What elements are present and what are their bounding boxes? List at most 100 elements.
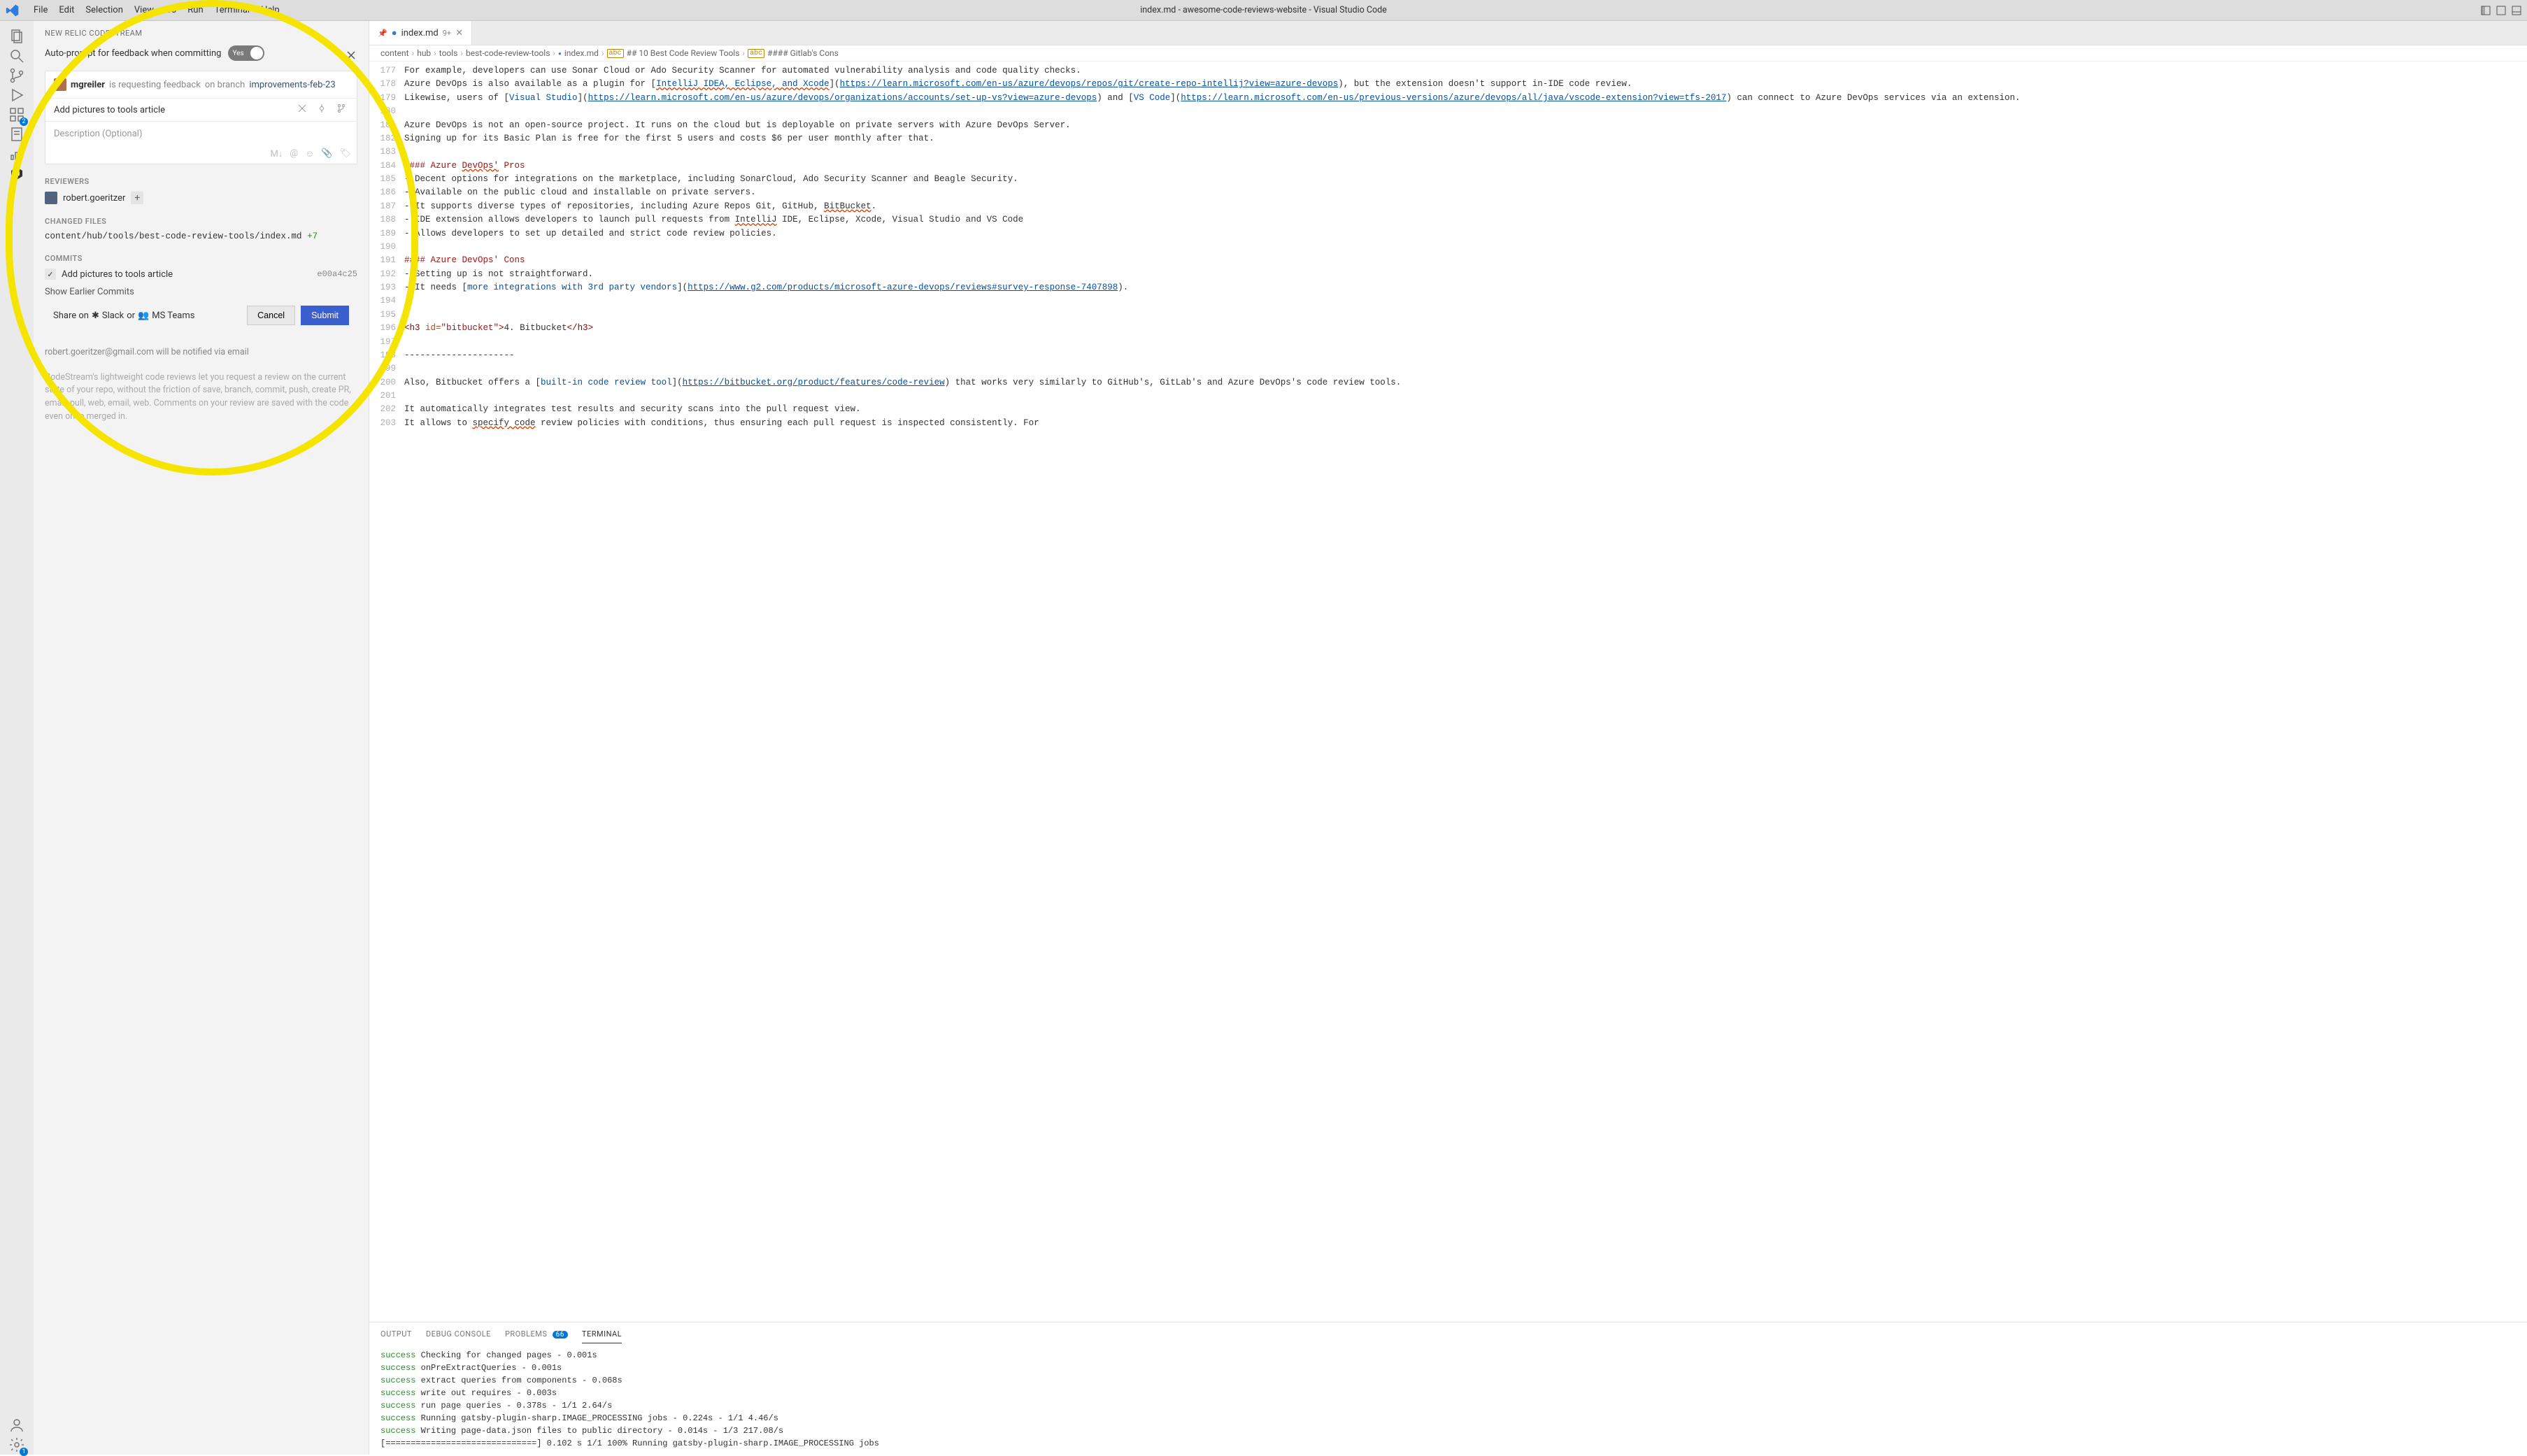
- help-text: CodeStream's lightweight code reviews le…: [45, 371, 357, 424]
- extensions-icon[interactable]: 2: [7, 105, 27, 124]
- code-line[interactable]: [404, 105, 2516, 118]
- breadcrumb-item[interactable]: tools: [439, 48, 458, 58]
- code-line[interactable]: - Setting up is not straightforward.: [404, 268, 2516, 281]
- feedback-request-card: mgreiler is requesting feedback on branc…: [45, 71, 357, 164]
- clear-title-icon[interactable]: [295, 104, 309, 115]
- menu-terminal[interactable]: Terminal: [209, 5, 255, 15]
- code-line[interactable]: - Allows developers to set up detailed a…: [404, 227, 2516, 241]
- notes-icon[interactable]: [7, 124, 27, 144]
- code-line[interactable]: Also, Bitbucket offers a [built-in code …: [404, 376, 2516, 390]
- code-editor[interactable]: 1771781791801811821831841851861871881891…: [369, 62, 2527, 1322]
- code-line[interactable]: [404, 336, 2516, 349]
- close-panel-icon[interactable]: [346, 50, 356, 63]
- code-line[interactable]: Signing up for its Basic Plan is free fo…: [404, 132, 2516, 145]
- tag-icon[interactable]: 🏷: [339, 148, 351, 159]
- share-teams-link[interactable]: MS Teams: [152, 311, 194, 321]
- breadcrumb-item[interactable]: hub: [417, 48, 431, 58]
- code-line[interactable]: [404, 241, 2516, 254]
- code-line[interactable]: [404, 145, 2516, 159]
- review-title-input[interactable]: Add pictures to tools article: [54, 105, 290, 115]
- menubar: FileEditSelectionViewGoRunTerminalHelp i…: [0, 0, 2527, 21]
- code-line[interactable]: - Decent options for integrations on the…: [404, 173, 2516, 186]
- source-control-icon[interactable]: [7, 66, 27, 85]
- code-line[interactable]: Azure DevOps is also available as a plug…: [404, 78, 2516, 91]
- problems-badge: 66: [553, 1331, 568, 1339]
- request-header: mgreiler is requesting feedback on branc…: [45, 71, 357, 99]
- panel-tab-output[interactable]: OUTPUT: [380, 1327, 412, 1343]
- settings-icon[interactable]: 1: [7, 1435, 27, 1455]
- commit-checkbox[interactable]: ✓: [45, 269, 56, 280]
- panel-toggle-icon[interactable]: [2512, 6, 2521, 15]
- menu-run[interactable]: Run: [182, 5, 208, 15]
- markdown-icon[interactable]: M↓: [270, 148, 283, 159]
- maximize-icon[interactable]: [2496, 6, 2506, 15]
- auto-prompt-row: Auto-prompt for feedback when committing…: [45, 45, 357, 61]
- submit-button[interactable]: Submit: [301, 306, 349, 325]
- code-line[interactable]: #### Azure DevOps' Pros: [404, 159, 2516, 173]
- menu-file[interactable]: File: [28, 5, 53, 15]
- panel-tab-problems[interactable]: PROBLEMS 66: [505, 1327, 568, 1343]
- author-avatar: [54, 78, 66, 91]
- share-slack-link[interactable]: Slack: [102, 311, 124, 321]
- accounts-icon[interactable]: [7, 1415, 27, 1435]
- terminal-output[interactable]: success Checking for changed pages - 0.0…: [369, 1343, 2527, 1455]
- search-icon[interactable]: [7, 46, 27, 66]
- breadcrumb-item[interactable]: #### Gitlab's Cons: [767, 48, 839, 58]
- cancel-button[interactable]: Cancel: [247, 306, 295, 325]
- attach-icon[interactable]: 📎: [321, 148, 332, 159]
- add-reviewer-button[interactable]: +: [131, 192, 143, 204]
- code-line[interactable]: It allows to specify code review policie…: [404, 417, 2516, 430]
- code-line[interactable]: - IDE extension allows developers to lau…: [404, 213, 2516, 227]
- menu-view[interactable]: View: [129, 5, 159, 15]
- code-line[interactable]: <h3 id="bitbucket">4. Bitbucket</h3>: [404, 322, 2516, 335]
- code-line[interactable]: [404, 362, 2516, 376]
- mention-icon[interactable]: @: [290, 148, 298, 159]
- run-debug-icon[interactable]: [7, 85, 27, 105]
- breadcrumb-item[interactable]: best-code-review-tools: [466, 48, 550, 58]
- layout-toggle-icon[interactable]: [2481, 6, 2491, 15]
- code-line[interactable]: - Available on the public cloud and inst…: [404, 186, 2516, 199]
- menu-help[interactable]: Help: [255, 5, 285, 15]
- menu-edit[interactable]: Edit: [53, 5, 80, 15]
- breadcrumb-item[interactable]: ## 10 Best Code Review Tools: [627, 48, 740, 58]
- emoji-icon[interactable]: ☺: [305, 148, 314, 159]
- auto-prompt-toggle[interactable]: Yes: [228, 45, 264, 61]
- teams-icon: 👥: [138, 311, 149, 321]
- panel-tab-terminal[interactable]: TERMINAL: [582, 1327, 622, 1343]
- show-earlier-commits[interactable]: Show Earlier Commits: [45, 287, 357, 297]
- title-input-row: Add pictures to tools article: [45, 99, 357, 122]
- code-line[interactable]: #### Azure DevOps' Cons: [404, 254, 2516, 267]
- code-line[interactable]: Likewise, users of [Visual Studio](https…: [404, 92, 2516, 105]
- code-line[interactable]: [404, 390, 2516, 403]
- codestream-icon[interactable]: [7, 164, 27, 183]
- tab-index-md[interactable]: 📌 ● index.md 9+ ✕: [369, 21, 472, 45]
- branch-icon[interactable]: [334, 104, 348, 115]
- pin-icon: 📌: [378, 29, 387, 38]
- code-line[interactable]: ---------------------: [404, 349, 2516, 362]
- code-line[interactable]: For example, developers can use Sonar Cl…: [404, 64, 2516, 78]
- code-line[interactable]: [404, 294, 2516, 308]
- graph-icon[interactable]: [7, 144, 27, 164]
- breadcrumbs: content›hub›tools›best-code-review-tools…: [369, 45, 2527, 62]
- panel-tab-debug[interactable]: DEBUG CONSOLE: [426, 1327, 491, 1343]
- menu-selection[interactable]: Selection: [80, 5, 128, 15]
- code-line[interactable]: - It supports diverse types of repositor…: [404, 200, 2516, 213]
- description-input[interactable]: Description (Optional) M↓ @ ☺ 📎 🏷: [45, 122, 357, 164]
- code-line[interactable]: Azure DevOps is not an open-source proje…: [404, 119, 2516, 132]
- reviewer-name: robert.goeritzer: [63, 193, 125, 204]
- breadcrumb-item[interactable]: content: [380, 48, 409, 58]
- code-line[interactable]: [404, 308, 2516, 322]
- close-tab-icon[interactable]: ✕: [455, 28, 463, 38]
- menu-go[interactable]: Go: [159, 5, 182, 15]
- tab-filename: index.md: [401, 28, 439, 38]
- explorer-icon[interactable]: [7, 27, 27, 46]
- code-line[interactable]: - It needs [more integrations with 3rd p…: [404, 281, 2516, 294]
- window-title: index.md - awesome-code-reviews-website …: [1140, 5, 1387, 15]
- code-line[interactable]: It automatically integrates test results…: [404, 403, 2516, 416]
- changed-file-row[interactable]: content/hub/tools/best-code-review-tools…: [45, 231, 357, 241]
- changed-files-title: CHANGED FILES: [45, 217, 357, 226]
- author-name: mgreiler: [71, 80, 105, 90]
- breadcrumb-item[interactable]: index.md: [564, 48, 599, 58]
- request-action: is requesting feedback: [109, 80, 201, 90]
- commit-icon[interactable]: [315, 104, 329, 115]
